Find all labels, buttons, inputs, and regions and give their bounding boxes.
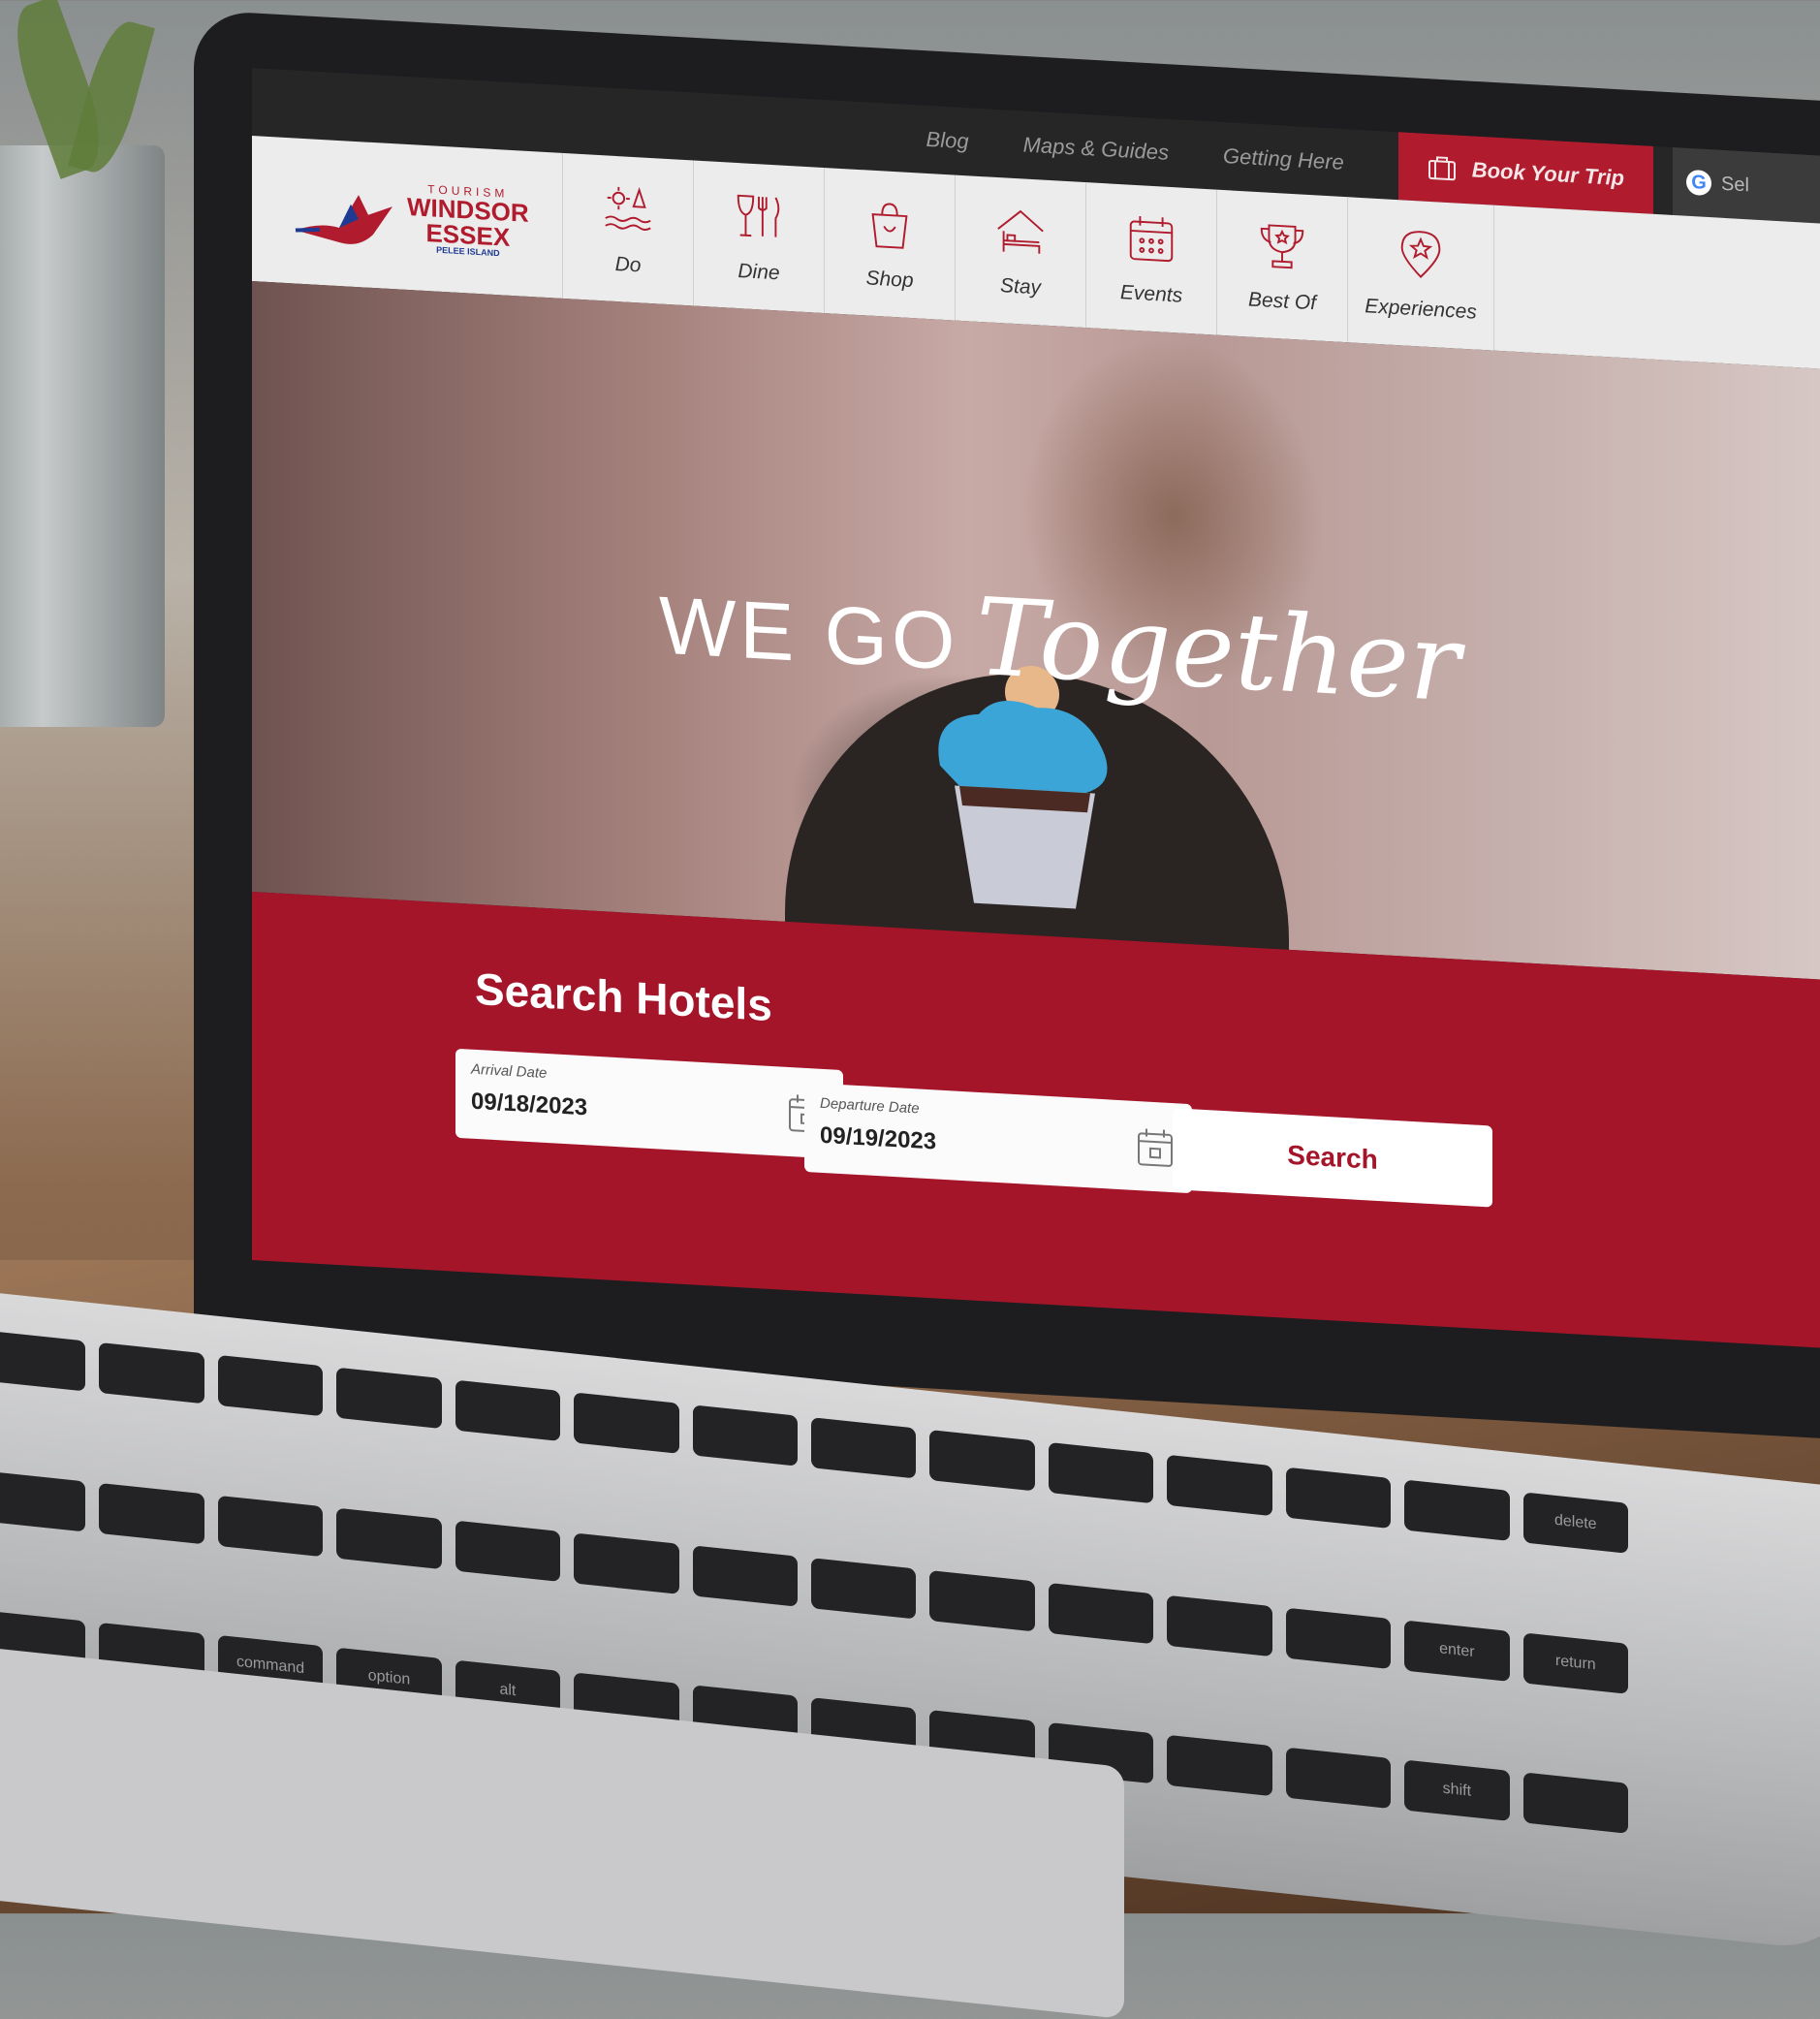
calendar-icon <box>1129 215 1174 263</box>
nav-item-do[interactable]: Do <box>563 152 694 306</box>
key-shift[interactable]: shift <box>1404 1759 1510 1822</box>
shopping-bag-icon <box>871 203 908 249</box>
hero-headline: WE GO Together <box>659 565 1460 726</box>
logo-wordmark: TOURISM WINDSOR ESSEX PELEE ISLAND <box>407 181 529 259</box>
language-select-label: Sel <box>1721 173 1749 196</box>
nav-label-experiences: Experiences <box>1365 295 1477 324</box>
keyboard-key[interactable] <box>1167 1594 1272 1656</box>
keyboard-key[interactable] <box>574 1392 679 1454</box>
arrival-date-field[interactable]: Arrival Date 09/18/2023 <box>455 1048 843 1160</box>
nav-label-events: Events <box>1119 281 1183 307</box>
nav-link-maps-guides[interactable]: Maps & Guides <box>1023 132 1169 165</box>
hero-headline-we-go: WE GO <box>659 579 959 687</box>
google-translate-icon: G <box>1686 169 1711 197</box>
arrival-date-value: 09/18/2023 <box>471 1088 588 1121</box>
arrival-date-label: Arrival Date <box>471 1060 548 1083</box>
keyboard-key[interactable] <box>1048 1441 1154 1504</box>
keyboard-key[interactable] <box>1404 1479 1510 1541</box>
keyboard-key[interactable] <box>574 1532 679 1594</box>
logo-pelee-island: PELEE ISLAND <box>436 244 500 258</box>
nav-link-blog[interactable]: Blog <box>926 127 969 154</box>
keyboard-key[interactable] <box>929 1569 1035 1632</box>
nav-item-experiences[interactable]: Experiences <box>1348 197 1494 351</box>
nav-item-events[interactable]: Events <box>1086 182 1217 335</box>
keyboard-key[interactable] <box>455 1520 561 1582</box>
keyboard-key[interactable] <box>1285 1607 1392 1669</box>
nav-label-shop: Shop <box>865 267 914 293</box>
keyboard-key[interactable] <box>0 1469 86 1532</box>
search-hotels-title: Search Hotels <box>475 962 772 1031</box>
key-return[interactable]: return <box>1522 1632 1628 1694</box>
keyboard-key[interactable] <box>1285 1467 1392 1530</box>
keyboard-key[interactable] <box>1285 1747 1392 1810</box>
keyboard-key[interactable] <box>99 1341 204 1404</box>
nav-item-stay[interactable]: Stay <box>956 174 1086 329</box>
plant-pot <box>0 145 165 727</box>
keyboard-key[interactable] <box>217 1354 324 1417</box>
nav-label-best-of: Best Of <box>1247 288 1317 315</box>
keyboard-key[interactable] <box>1167 1735 1272 1797</box>
goose-logo-icon <box>295 195 392 244</box>
keyboard-key[interactable] <box>811 1557 917 1620</box>
hero-banner: WE GO Together <box>252 281 1820 1095</box>
glass-fork-knife-icon <box>737 194 780 237</box>
site-logo[interactable]: TOURISM WINDSOR ESSEX PELEE ISLAND <box>252 136 563 299</box>
search-button[interactable]: Search <box>1173 1108 1492 1208</box>
keyboard-key[interactable] <box>1048 1582 1154 1644</box>
sun-trees-waves-icon <box>605 186 651 231</box>
keyboard-key[interactable] <box>929 1430 1035 1492</box>
calendar-icon[interactable] <box>1136 1126 1175 1169</box>
nav-label-stay: Stay <box>999 274 1042 300</box>
departure-date-label: Departure Date <box>820 1094 920 1118</box>
nav-label-dine: Dine <box>737 260 780 285</box>
map-pin-star-icon <box>1400 231 1441 278</box>
departure-date-field[interactable]: Departure Date 09/19/2023 <box>804 1082 1192 1194</box>
departure-date-value: 09/19/2023 <box>820 1121 937 1155</box>
key-enter[interactable]: enter <box>1404 1620 1510 1682</box>
trophy-icon <box>1260 224 1304 269</box>
language-select[interactable]: G Sel <box>1673 146 1820 225</box>
keyboard-key[interactable] <box>336 1367 442 1430</box>
suitcase-icon <box>1428 156 1456 181</box>
keyboard-key[interactable] <box>1522 1772 1628 1835</box>
book-your-trip-label: Book Your Trip <box>1471 157 1624 191</box>
keyboard-key[interactable] <box>692 1404 798 1467</box>
keyboard-key[interactable] <box>336 1507 442 1569</box>
keyboard-key[interactable] <box>455 1379 561 1441</box>
nav-link-getting-here[interactable]: Getting Here <box>1223 143 1344 175</box>
house-bed-icon <box>997 209 1044 254</box>
nav-label-do: Do <box>614 252 642 277</box>
keyboard-key[interactable] <box>99 1482 204 1545</box>
nav-item-dine[interactable]: Dine <box>694 160 825 314</box>
nav-item-best-of[interactable]: Best Of <box>1217 189 1348 343</box>
key-delete[interactable]: delete <box>1522 1492 1628 1554</box>
keyboard-key[interactable] <box>1167 1454 1272 1517</box>
keyboard-key[interactable] <box>217 1495 324 1557</box>
keyboard-key[interactable] <box>692 1544 798 1607</box>
hero-headline-together: Together <box>976 574 1460 726</box>
nav-item-shop[interactable]: Shop <box>825 168 956 321</box>
laptop-screen: Blog Maps & Guides Getting Here Book You… <box>252 68 1820 1349</box>
keyboard-key[interactable] <box>0 1330 86 1392</box>
keyboard-key[interactable] <box>811 1417 917 1479</box>
